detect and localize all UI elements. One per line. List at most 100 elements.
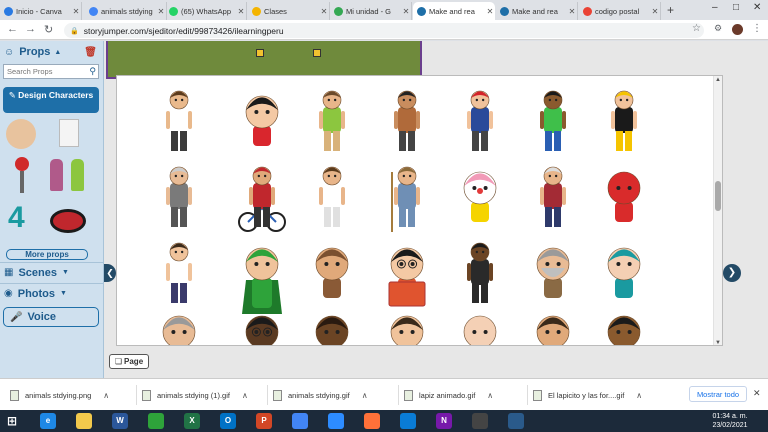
close-tab-icon[interactable]: ✕ xyxy=(485,7,495,16)
taskbar-app-icon[interactable] xyxy=(328,413,344,429)
character-cyclist[interactable] xyxy=(238,166,286,232)
character-bearded-man[interactable] xyxy=(536,247,570,298)
back-icon[interactable]: ← xyxy=(7,23,18,35)
character-man-tie[interactable] xyxy=(390,315,424,346)
profile-avatar[interactable] xyxy=(732,24,743,35)
next-page-arrow[interactable]: ❯ xyxy=(723,264,741,282)
menu-icon[interactable]: ⋮ xyxy=(752,23,762,34)
scroll-up-icon[interactable]: ▲ xyxy=(715,77,721,83)
character-man-green[interactable] xyxy=(319,90,345,151)
prop-thumb-lamp[interactable] xyxy=(15,157,29,171)
close-tab-icon[interactable]: ✕ xyxy=(236,7,246,16)
character-teal-hair[interactable] xyxy=(607,247,641,298)
bookmark-star-icon[interactable]: ☆ xyxy=(692,23,701,34)
prop-thumb-face[interactable] xyxy=(6,119,36,149)
download-item[interactable]: lapiz animado.gif ∧ xyxy=(404,387,493,403)
character-superhero[interactable] xyxy=(242,247,282,314)
browser-tab[interactable]: Make and rea ✕ xyxy=(413,2,495,20)
character-kid-brown[interactable] xyxy=(607,315,641,346)
taskbar-app-icon[interactable] xyxy=(508,413,524,429)
browser-tab[interactable]: codigo postal ✕ xyxy=(579,2,661,20)
prop-thumb-boy[interactable] xyxy=(71,159,84,191)
design-characters-button[interactable]: ✎ Design Characters xyxy=(3,87,99,113)
character-caveman[interactable] xyxy=(315,247,349,298)
chevron-up-icon[interactable]: ∧ xyxy=(103,391,109,400)
character-boy-big-head[interactable] xyxy=(245,95,279,146)
close-tab-icon[interactable]: ✕ xyxy=(401,7,411,16)
scroll-down-icon[interactable]: ▼ xyxy=(715,340,721,345)
character-bald-head[interactable] xyxy=(162,315,196,346)
close-tab-icon[interactable]: ✕ xyxy=(567,7,577,16)
character-suit-man[interactable] xyxy=(467,242,493,303)
search-icon[interactable]: ⚲ xyxy=(89,66,96,77)
address-bar[interactable]: 🔒 storyjumper.com/sjeditor/edit/99873426… xyxy=(64,23,704,38)
character-pirate[interactable] xyxy=(467,90,493,151)
story-canvas[interactable] xyxy=(106,41,422,79)
prop-thumb-girl[interactable] xyxy=(50,159,63,191)
taskbar-app-icon[interactable]: W xyxy=(112,413,128,429)
minimize-icon[interactable]: – xyxy=(712,2,718,13)
taskbar-app-icon[interactable] xyxy=(292,413,308,429)
character-long-hair[interactable] xyxy=(536,315,570,346)
character-girl-glasses[interactable] xyxy=(245,315,279,346)
chevron-up-icon[interactable]: ∧ xyxy=(636,391,642,400)
browser-tab[interactable]: animals stdying ✕ xyxy=(85,2,167,20)
taskbar-app-icon[interactable]: e xyxy=(40,413,56,429)
more-props-button[interactable]: More props xyxy=(6,249,88,260)
props-header[interactable]: ☺ Props ▲ 🗑 xyxy=(0,41,104,63)
download-item[interactable]: animals stdying.png ∧ xyxy=(10,387,109,403)
character-man-waving[interactable] xyxy=(166,242,192,303)
forward-icon[interactable]: → xyxy=(25,23,36,35)
taskbar-app-icon[interactable] xyxy=(148,413,164,429)
close-tab-icon[interactable]: ✕ xyxy=(650,7,660,16)
voice-button[interactable]: 🎤 Voice xyxy=(3,307,99,327)
modal-scrollbar[interactable]: ▲ ▼ xyxy=(713,76,722,345)
close-window-icon[interactable]: ✕ xyxy=(753,2,761,13)
scenes-nav[interactable]: ▦ Scenes ▼ xyxy=(0,262,104,282)
browser-tab[interactable]: Make and rea ✕ xyxy=(496,2,578,20)
character-farmer[interactable] xyxy=(391,166,420,232)
character-brown-head[interactable] xyxy=(315,315,349,346)
close-tab-icon[interactable]: ✕ xyxy=(71,7,81,16)
character-kid-waving[interactable] xyxy=(540,90,566,151)
chevron-up-icon[interactable]: ∧ xyxy=(362,391,368,400)
browser-tab[interactable]: Inicio - Canva ✕ xyxy=(0,2,82,20)
taskbar-app-icon[interactable]: X xyxy=(184,413,200,429)
taskbar-app-icon[interactable]: N xyxy=(436,413,452,429)
show-all-downloads-button[interactable]: Mostrar todo xyxy=(689,386,747,402)
photos-nav[interactable]: ◉ Photos ▼ xyxy=(0,283,104,303)
taskbar-app-icon[interactable] xyxy=(364,413,380,429)
trash-icon[interactable]: 🗑 xyxy=(84,47,97,58)
taskbar-app-icon[interactable] xyxy=(400,413,416,429)
prop-thumb-number[interactable]: 4 xyxy=(8,201,25,235)
browser-tab[interactable]: (65) WhatsApp ✕ xyxy=(165,2,247,20)
prop-thumb-mouth[interactable] xyxy=(50,209,86,233)
chevron-up-icon[interactable]: ∧ xyxy=(242,391,248,400)
character-man-vest[interactable] xyxy=(166,90,192,151)
scrollbar-thumb[interactable] xyxy=(715,181,721,211)
character-scientist[interactable] xyxy=(319,166,345,227)
download-item[interactable]: animals stdying (1).gif ∧ xyxy=(142,387,248,403)
taskbar-app-icon[interactable]: O xyxy=(220,413,236,429)
character-small-kid[interactable] xyxy=(394,90,420,151)
close-downloads-icon[interactable]: ✕ xyxy=(753,388,761,399)
extensions-icon[interactable]: ⚙ xyxy=(714,23,722,34)
prop-thumb-paper[interactable] xyxy=(59,119,79,147)
chevron-up-icon[interactable]: ∧ xyxy=(487,391,493,400)
character-old-man[interactable] xyxy=(166,166,192,227)
character-bald-kid[interactable] xyxy=(463,315,497,346)
prev-page-arrow[interactable]: ❮ xyxy=(104,264,116,282)
page-button[interactable]: ❏ Page xyxy=(109,354,149,369)
character-clown[interactable] xyxy=(463,171,497,222)
browser-tab[interactable]: Mi unidad - G ✕ xyxy=(330,2,412,20)
download-item[interactable]: El lapicito y las for....gif ∧ xyxy=(533,387,642,403)
browser-tab[interactable]: Clases ✕ xyxy=(248,2,330,20)
maximize-icon[interactable]: □ xyxy=(733,2,739,13)
taskbar-app-icon[interactable]: P xyxy=(256,413,272,429)
download-item[interactable]: animals stdying.gif ∧ xyxy=(273,387,368,403)
system-clock[interactable]: 01:34 a. m. 23/02/2021 xyxy=(700,412,760,430)
taskbar-app-icon[interactable] xyxy=(76,413,92,429)
new-tab-button[interactable]: + xyxy=(667,3,674,17)
character-reader[interactable] xyxy=(388,247,426,307)
taskbar-app-icon[interactable] xyxy=(472,413,488,429)
